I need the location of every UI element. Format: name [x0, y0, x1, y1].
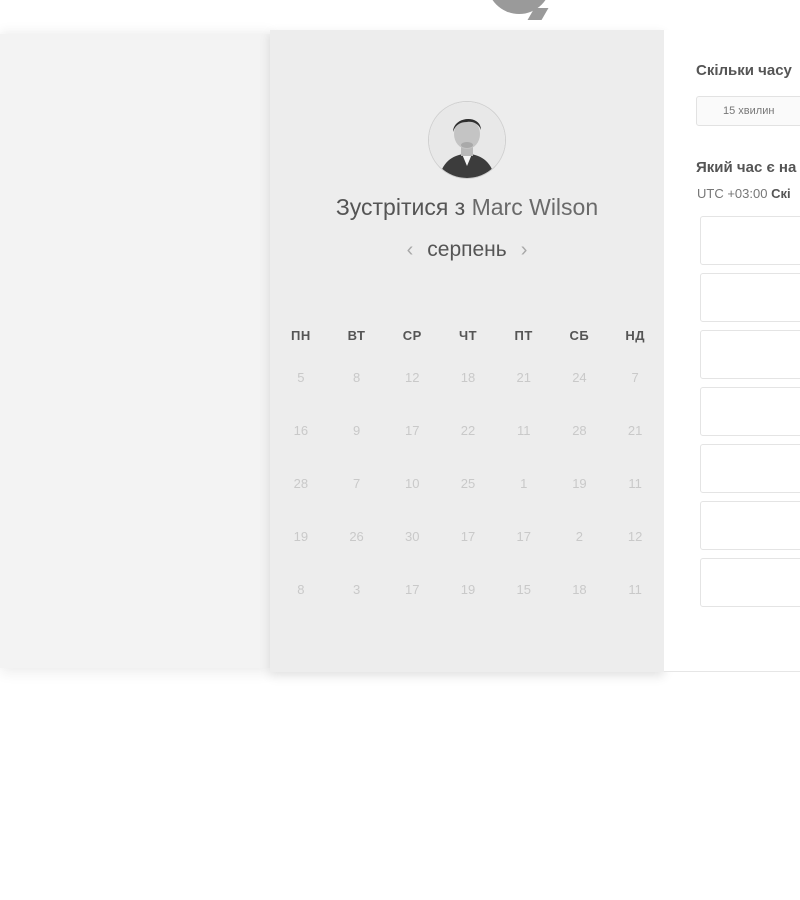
calendar-day: 3 [352, 582, 361, 597]
meeting-title: Зустрітися з Marc Wilson [270, 194, 664, 221]
calendar-day: 17 [516, 529, 531, 544]
calendar-day: 8 [352, 370, 361, 385]
calendar-day: 17 [405, 423, 420, 438]
calendar-day: 24 [572, 370, 587, 385]
calendar-day: 15 [516, 582, 531, 597]
booking-page: Зустрітися з Marc Wilson ‹ серпень › ПН … [0, 0, 800, 900]
calendar-grid: 5 8 12 18 21 24 7 16 9 17 22 11 28 21 28… [273, 351, 663, 616]
host-avatar [429, 102, 505, 178]
time-slot[interactable] [700, 558, 800, 607]
calendar-day: 1 [520, 476, 528, 491]
calendar-day: 28 [572, 423, 587, 438]
weekday-sat: СБ [569, 328, 590, 343]
calendar-day: 18 [572, 582, 587, 597]
time-question: Який час є на [696, 159, 797, 176]
calendar-day: 26 [349, 529, 364, 544]
weekday-mon: ПН [290, 328, 311, 343]
scheduler-card: Зустрітися з Marc Wilson ‹ серпень › ПН … [270, 30, 664, 672]
calendar-day: 5 [297, 370, 305, 385]
left-background-panel [0, 34, 272, 668]
calendar-day: 19 [293, 529, 309, 544]
meeting-title-prefix: Зустрітися з [335, 194, 466, 220]
calendar-day: 28 [293, 476, 309, 491]
calendar-day: 10 [405, 476, 420, 491]
calendar-day: 22 [460, 423, 476, 438]
calendar-day: 25 [460, 476, 476, 491]
host-name: Marc Wilson [471, 194, 599, 220]
weekday-thu: ЧТ [458, 328, 478, 343]
calendar-day: 30 [405, 529, 420, 544]
calendar-day: 7 [352, 476, 361, 491]
time-slot[interactable] [700, 330, 800, 379]
chevron-right-icon[interactable]: › [521, 238, 528, 262]
time-slot[interactable] [700, 444, 800, 493]
calendar-day: 19 [572, 476, 587, 491]
time-slot[interactable] [700, 387, 800, 436]
calendar-day: 12 [405, 370, 420, 385]
chevron-left-icon[interactable]: ‹ [407, 238, 414, 262]
duration-question: Скільки часу [696, 62, 792, 79]
calendar-day: 9 [352, 423, 361, 438]
month-navigation: ‹ серпень › [270, 238, 664, 262]
time-slot[interactable] [700, 216, 800, 265]
brand-logo [487, 0, 551, 14]
calendar-day: 18 [460, 370, 476, 385]
timezone-value: UTC +03:00 [697, 186, 768, 201]
calendar-day: 11 [628, 476, 642, 491]
calendar-day: 21 [627, 423, 643, 438]
time-slot[interactable] [700, 273, 800, 322]
calendar-day: 12 [627, 529, 643, 544]
calendar-day: 21 [516, 370, 531, 385]
calendar-day: 17 [460, 529, 476, 544]
weekday-tue: ВТ [347, 328, 366, 343]
time-slot[interactable] [700, 501, 800, 550]
weekday-fri: ПТ [514, 328, 533, 343]
calendar-day: 2 [575, 529, 584, 544]
timezone-suffix: Скі [771, 186, 791, 201]
weekday-header: ПН ВТ СР ЧТ ПТ СБ НД [273, 328, 663, 343]
calendar-day: 11 [628, 582, 642, 597]
weekday-wed: СР [402, 328, 422, 343]
time-selection-panel: Скільки часу 15 хвилин Який час є на UTC… [664, 30, 800, 672]
calendar-day: 8 [297, 582, 305, 597]
timezone-label[interactable]: UTC +03:00 Скі [697, 186, 791, 201]
calendar-day: 16 [293, 423, 309, 438]
duration-value: 15 хвилин [723, 105, 775, 117]
calendar-day: 7 [631, 370, 639, 385]
weekday-sun: НД [625, 328, 645, 343]
month-label: серпень [427, 238, 507, 261]
duration-select[interactable]: 15 хвилин [696, 96, 800, 126]
calendar-day: 19 [460, 582, 476, 597]
calendar-day: 11 [516, 423, 531, 438]
calendar-day: 17 [405, 582, 420, 597]
